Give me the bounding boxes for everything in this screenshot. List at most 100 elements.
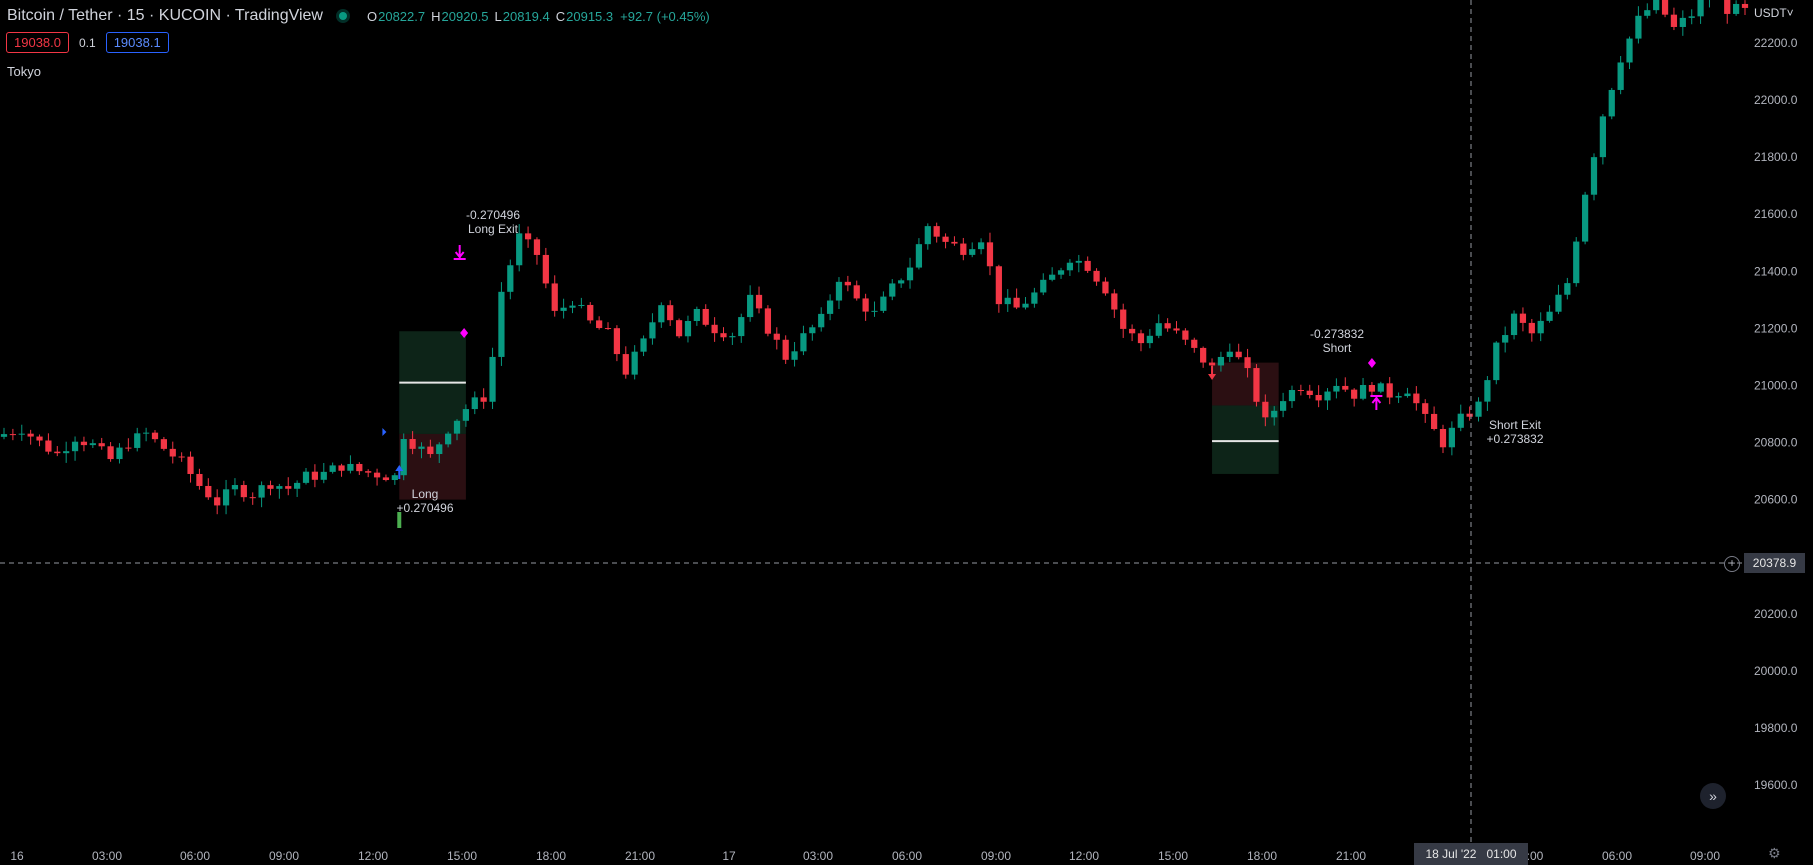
market-status-icon	[338, 12, 347, 20]
candle-body	[1590, 157, 1598, 195]
candle-body	[1155, 323, 1162, 336]
price-tick-label: 22000.0	[1754, 93, 1798, 107]
candle-body	[169, 448, 176, 457]
price-tick-label: 21600.0	[1754, 207, 1798, 221]
ohlc-change: +92.7 (+0.45%)	[620, 8, 710, 24]
plus-circle-icon[interactable]: +	[1724, 556, 1740, 572]
candle-body	[480, 397, 487, 402]
candle-body	[356, 463, 363, 472]
candle-body	[134, 433, 141, 448]
long-entry-flag-icon	[382, 428, 387, 436]
candle-body	[755, 294, 763, 309]
candle-body	[143, 432, 150, 434]
short-position-profit-zone	[1212, 405, 1279, 474]
candle-body	[231, 485, 239, 490]
candle-body	[1173, 328, 1180, 331]
price-tick-label: 20600.0	[1754, 493, 1798, 507]
candle-body	[587, 304, 594, 321]
candle-body	[622, 354, 629, 375]
ohlc-values: O20822.7 H20920.5 L20819.4 C20915.3 +92.…	[367, 9, 710, 24]
candle-body	[1573, 241, 1580, 284]
candle-body	[1528, 322, 1535, 334]
short-exit-label: +0.273832	[1486, 432, 1543, 446]
candle-body	[1741, 3, 1749, 8]
candle-body	[418, 446, 425, 449]
candle-body	[1306, 390, 1313, 396]
candle-body	[205, 485, 212, 498]
candle-body	[800, 333, 807, 352]
chevrons-right-icon[interactable]: »	[1700, 783, 1726, 809]
candle-body	[1697, 0, 1704, 17]
currency-selector[interactable]: USDT˅	[1754, 6, 1794, 20]
candle-body	[294, 482, 301, 489]
candle-body	[160, 439, 167, 449]
candle-body	[693, 308, 700, 322]
gear-icon[interactable]: ⚙	[1768, 845, 1781, 862]
candle-body	[178, 456, 185, 458]
candle-body	[1430, 413, 1438, 429]
candle-body	[951, 241, 958, 244]
candle-body	[9, 434, 16, 436]
candle-body	[45, 440, 52, 452]
candle-body	[347, 463, 354, 471]
long-entry-label: Long	[412, 487, 439, 501]
candle-body	[1439, 428, 1447, 448]
candle-body	[942, 236, 949, 242]
buy-button[interactable]: 19038.1	[105, 32, 169, 53]
candle-body	[427, 446, 434, 455]
candle-body	[54, 451, 61, 454]
time-tick-label: 12:00	[1069, 849, 1099, 863]
candle-body	[116, 447, 123, 460]
candle-body	[809, 327, 816, 334]
long-exit-arrow-icon	[453, 245, 466, 260]
time-tick-label: 09:00	[269, 849, 299, 863]
candle-body	[1111, 293, 1118, 310]
candle-body	[1324, 391, 1331, 401]
candle-body	[1484, 380, 1491, 402]
candle-body	[498, 291, 505, 357]
candle-body	[773, 333, 780, 340]
candle-body	[1475, 401, 1482, 417]
candle-body	[1040, 279, 1047, 293]
candle-body	[1333, 385, 1340, 392]
candle-body	[560, 307, 567, 311]
position-boxes	[399, 331, 1279, 500]
time-tick-label: 06:00	[892, 849, 922, 863]
price-tick-label: 20000.0	[1754, 664, 1798, 678]
candle-body	[1457, 413, 1464, 428]
candle-body	[649, 322, 656, 339]
candle-body	[1368, 385, 1376, 392]
ohlc-open: O20822.7	[366, 8, 426, 24]
candle-body	[1244, 357, 1251, 369]
candle-body	[613, 328, 621, 355]
candle-body	[80, 441, 88, 446]
time-tick-label: 12:00	[358, 849, 388, 863]
long-exit-label: -0.270496	[466, 208, 520, 222]
short-exit-diamond-icon	[1367, 358, 1376, 368]
sell-button[interactable]: 19038.0	[6, 32, 69, 53]
candle-body	[889, 283, 896, 297]
symbol-title[interactable]: Bitcoin / Tether · 15 · KUCOIN · Trading…	[7, 7, 323, 25]
candle-body	[1262, 401, 1269, 418]
candle-body	[1235, 351, 1242, 358]
long-exit-label: Long Exit	[468, 222, 519, 236]
price-chart[interactable]: 22200.0 22000.0 21800.0 21600.0 21400.0 21200…	[0, 0, 1813, 865]
candle-body	[320, 471, 327, 480]
candle-body	[1546, 311, 1553, 321]
candle-body	[871, 310, 878, 312]
price-tick-label: 22200.0	[1754, 36, 1798, 50]
candle-body	[1102, 281, 1109, 294]
trade-quantity[interactable]: 0.1	[79, 36, 96, 50]
candle-body	[1120, 309, 1127, 329]
candle-body	[969, 249, 976, 255]
candle-body	[1297, 390, 1304, 392]
time-tick-label: 15:00	[447, 849, 477, 863]
candle-body	[853, 285, 860, 299]
candle-body	[1582, 194, 1589, 242]
crosshair	[0, 0, 1745, 843]
candle-body	[1626, 38, 1633, 63]
crosshair-time-label: 18 Jul '22 01:00	[1414, 843, 1528, 865]
candle-body	[1466, 413, 1473, 417]
candle-body	[578, 304, 585, 306]
candle-body	[329, 465, 336, 472]
